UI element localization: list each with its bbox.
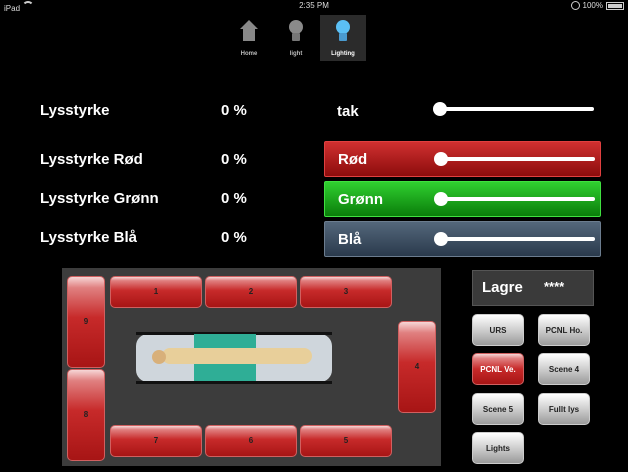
light-number: 5 [343,436,349,445]
light-button-6[interactable]: 6 [205,425,297,457]
blue-slider[interactable] [434,232,595,246]
light-number: 6 [248,436,254,445]
light-button-3[interactable]: 3 [300,276,392,308]
tab-lighting[interactable]: Lighting [320,15,366,61]
save-title: Lagre [482,279,523,296]
patient-head [152,350,166,364]
brightness-value: 0 % [221,102,247,119]
light-number: 7 [153,436,159,445]
brightness-label: Lysstyrke [40,102,110,119]
blue-brightness-value: 0 % [221,229,247,246]
light-number: 8 [83,410,89,419]
slider-thumb[interactable] [434,192,448,206]
red-channel-label: Rød [338,151,368,168]
green-channel: Grønn [324,181,601,217]
light-button-7[interactable]: 7 [110,425,202,457]
battery-percent: 100% [582,1,603,10]
light-number: 2 [248,287,254,296]
tab-bar: Home light Lighting [226,15,367,61]
green-slider[interactable] [434,192,595,206]
green-brightness-value: 0 % [221,190,247,207]
tab-label: light [289,51,303,57]
status-right: 100% [570,1,624,10]
save-code: **** [544,279,565,294]
light-button-9[interactable]: 9 [67,276,105,368]
clock-icon [570,1,580,10]
tab-home[interactable]: Home [226,15,272,61]
bulb-icon [284,20,308,44]
light-number: 3 [343,287,349,296]
light-button-8[interactable]: 8 [67,369,105,461]
scene-button-scene-4[interactable]: Scene 4 [538,353,590,385]
slider-thumb[interactable] [434,232,448,246]
red-brightness-value: 0 % [221,151,247,168]
light-button-1[interactable]: 1 [110,276,202,308]
scene-button-scene-5[interactable]: Scene 5 [472,393,524,425]
bulb-icon [331,20,355,44]
green-brightness-label: Lysstyrke Grønn [40,190,159,207]
red-slider[interactable] [434,152,595,166]
status-time: 2:35 PM [299,1,329,10]
light-number: 1 [153,287,159,296]
operating-table-image [136,332,332,384]
light-button-2[interactable]: 2 [205,276,297,308]
slider-thumb[interactable] [434,152,448,166]
blue-brightness-label: Lysstyrke Blå [40,229,138,246]
status-bar: iPad 2:35 PM 100% [0,0,628,13]
light-number: 9 [83,317,89,326]
scene-button-urs[interactable]: URS [472,314,524,346]
patient-body [162,348,312,364]
save-panel[interactable]: Lagre **** [472,270,594,306]
ceiling-channel: tak [324,94,599,128]
blue-channel: Blå [324,221,601,257]
scene-button-fullt-lys[interactable]: Fullt lys [538,393,590,425]
blue-channel-label: Blå [338,231,362,248]
green-channel-label: Grønn [338,191,383,208]
slider-thumb[interactable] [433,102,447,116]
battery-icon [606,1,624,10]
light-button-4[interactable]: 4 [398,321,436,413]
tab-label: Home [240,51,258,57]
house-icon [237,20,261,44]
tab-light[interactable]: light [273,15,319,61]
scene-button-lights[interactable]: Lights [472,432,524,464]
tab-label: Lighting [331,51,355,57]
room-layout: 1 2 3 4 5 6 7 8 9 [62,268,441,466]
scene-button-pcnl-ve[interactable]: PCNL Ve. [472,353,524,385]
scene-button-pcnl-ho[interactable]: PCNL Ho. [538,314,590,346]
light-button-5[interactable]: 5 [300,425,392,457]
red-channel: Rød [324,141,601,177]
ceiling-channel-label: tak [337,103,359,120]
table-rail [136,381,332,384]
light-number: 4 [414,362,420,371]
red-brightness-label: Lysstyrke Rød [40,151,143,168]
ceiling-slider[interactable] [433,102,594,116]
